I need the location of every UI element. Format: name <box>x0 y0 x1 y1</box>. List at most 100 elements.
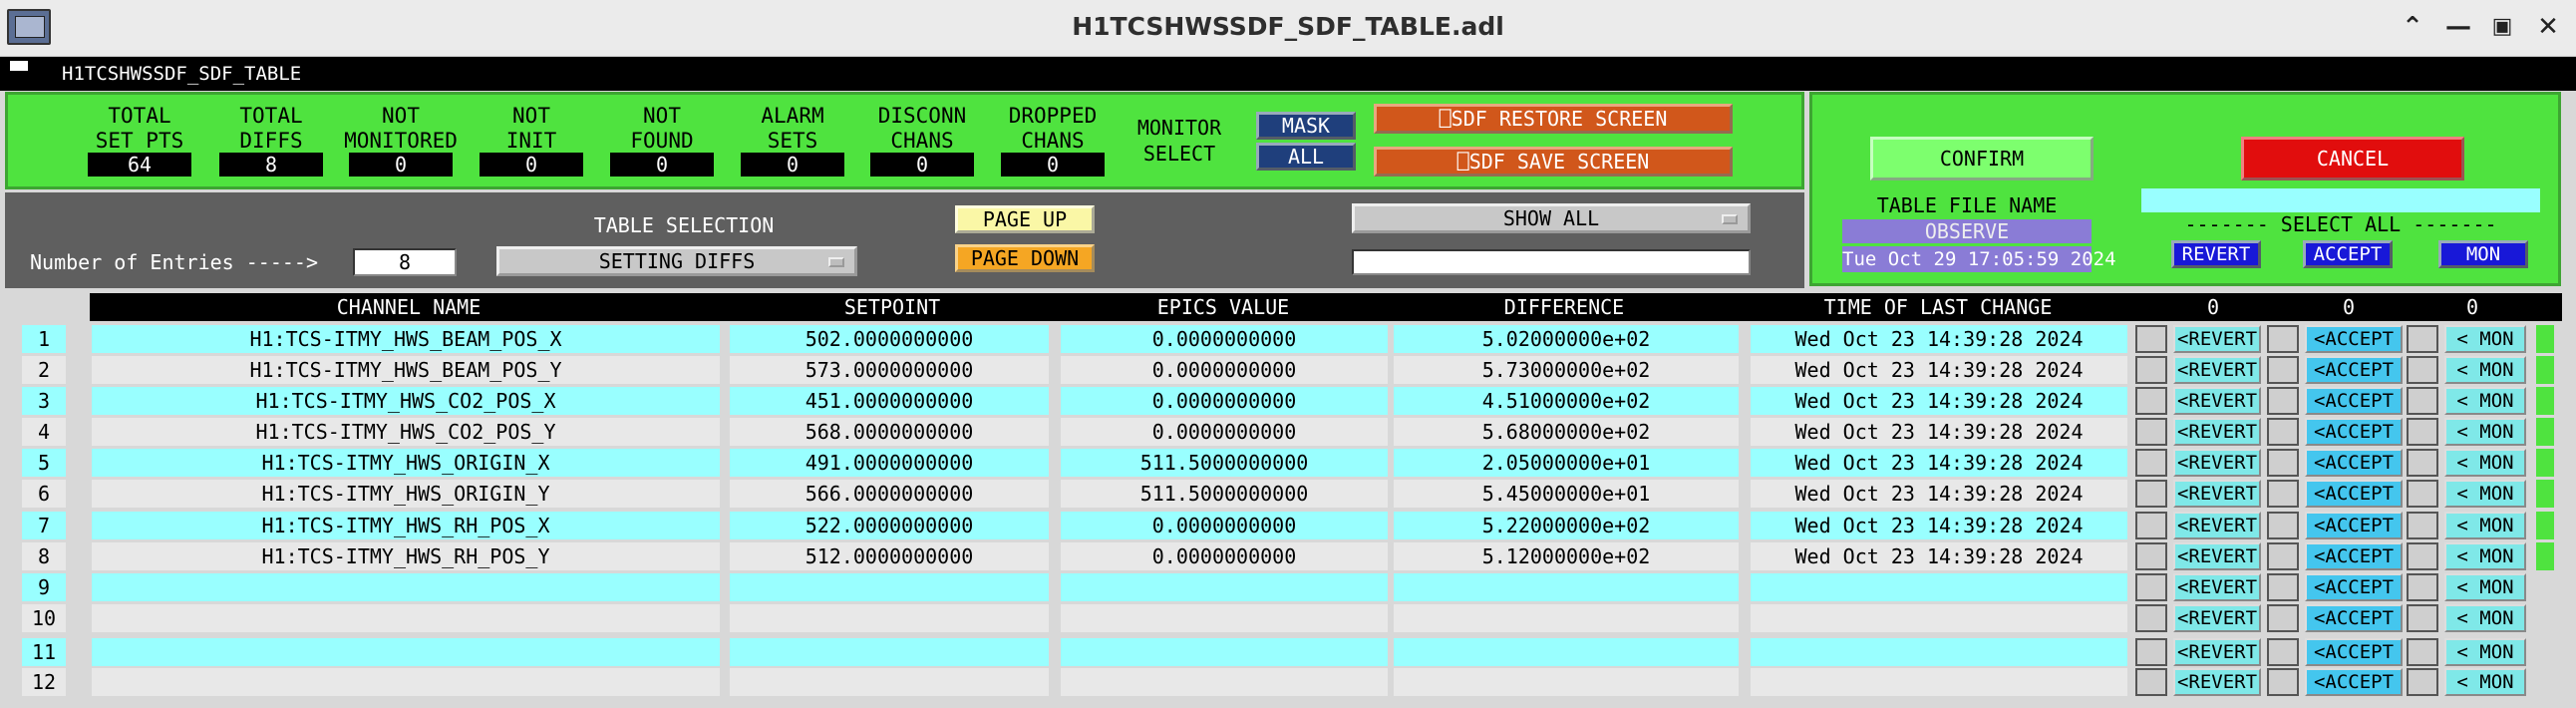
row-accept-button[interactable]: <ACCEPT <box>2305 356 2403 384</box>
accept-checkbox[interactable] <box>2267 638 2299 666</box>
cell-setpoint: 502.0000000000 <box>730 325 1049 353</box>
restore-icon[interactable]: ▣ <box>2484 14 2520 39</box>
filter-input[interactable] <box>1352 249 1751 275</box>
row-mon-button[interactable]: < MON <box>2444 512 2526 539</box>
revert-checkbox[interactable] <box>2135 480 2167 508</box>
revert-checkbox[interactable] <box>2135 573 2167 601</box>
mon-checkbox[interactable] <box>2407 542 2438 570</box>
revert-checkbox[interactable] <box>2135 356 2167 384</box>
sdf-restore-screen-button[interactable]: ⎕SDF RESTORE SCREEN <box>1374 104 1733 134</box>
accept-checkbox[interactable] <box>2267 668 2299 696</box>
all-button[interactable]: ALL <box>1256 143 1356 171</box>
minimize-icon[interactable]: — <box>2440 12 2476 42</box>
sdf-save-screen-button[interactable]: ⎕SDF SAVE SCREEN <box>1374 147 1733 177</box>
mon-checkbox[interactable] <box>2407 604 2438 632</box>
mon-checkbox[interactable] <box>2407 418 2438 446</box>
mask-button[interactable]: MASK <box>1256 112 1356 140</box>
show-all-menu[interactable]: SHOW ALL <box>1352 203 1751 233</box>
revert-checkbox[interactable] <box>2135 542 2167 570</box>
row-revert-button[interactable]: <REVERT <box>2173 573 2261 601</box>
select-all-mon-button[interactable]: MON <box>2438 240 2528 268</box>
row-mon-button[interactable]: < MON <box>2444 480 2526 508</box>
row-accept-button[interactable]: <ACCEPT <box>2305 573 2403 601</box>
mon-checkbox[interactable] <box>2407 387 2438 415</box>
accept-checkbox[interactable] <box>2267 418 2299 446</box>
revert-checkbox[interactable] <box>2135 418 2167 446</box>
row-accept-button[interactable]: <ACCEPT <box>2305 325 2403 353</box>
row-mon-button[interactable]: < MON <box>2444 573 2526 601</box>
accept-checkbox[interactable] <box>2267 573 2299 601</box>
row-revert-button[interactable]: <REVERT <box>2173 418 2261 446</box>
accept-checkbox[interactable] <box>2267 325 2299 353</box>
row-mon-button[interactable]: < MON <box>2444 325 2526 353</box>
row-revert-button[interactable]: <REVERT <box>2173 387 2261 415</box>
row-revert-button[interactable]: <REVERT <box>2173 638 2261 666</box>
revert-checkbox[interactable] <box>2135 604 2167 632</box>
row-mon-button[interactable]: < MON <box>2444 449 2526 477</box>
row-number: 1 <box>22 325 66 353</box>
mon-checkbox[interactable] <box>2407 512 2438 539</box>
cell-time: Wed Oct 23 14:39:28 2024 <box>1751 512 2127 539</box>
page-down-button[interactable]: PAGE DOWN <box>955 244 1095 272</box>
accept-checkbox[interactable] <box>2267 356 2299 384</box>
row-accept-button[interactable]: <ACCEPT <box>2305 480 2403 508</box>
table-selection-menu[interactable]: SETTING DIFFS <box>496 246 857 276</box>
revert-checkbox[interactable] <box>2135 387 2167 415</box>
select-all-revert-button[interactable]: REVERT <box>2171 240 2261 268</box>
row-revert-button[interactable]: <REVERT <box>2173 480 2261 508</box>
row-mon-button[interactable]: < MON <box>2444 356 2526 384</box>
stat-label-top: NOT <box>382 104 420 128</box>
monitor-label: MONITOR <box>1136 116 1222 140</box>
row-revert-button[interactable]: <REVERT <box>2173 449 2261 477</box>
row-mon-button[interactable]: < MON <box>2444 387 2526 415</box>
mon-checkbox[interactable] <box>2407 449 2438 477</box>
accept-checkbox[interactable] <box>2267 512 2299 539</box>
revert-checkbox[interactable] <box>2135 638 2167 666</box>
stat-value: 0 <box>1001 153 1105 177</box>
row-accept-button[interactable]: <ACCEPT <box>2305 418 2403 446</box>
mon-checkbox[interactable] <box>2407 638 2438 666</box>
confirm-button[interactable]: CONFIRM <box>1870 137 2093 180</box>
accept-checkbox[interactable] <box>2267 449 2299 477</box>
row-accept-button[interactable]: <ACCEPT <box>2305 542 2403 570</box>
close-icon[interactable]: ✕ <box>2530 12 2566 42</box>
row-mon-button[interactable]: < MON <box>2444 418 2526 446</box>
row-revert-button[interactable]: <REVERT <box>2173 325 2261 353</box>
maximize-chevron-icon[interactable]: ⌃ <box>2395 12 2430 42</box>
row-revert-button[interactable]: <REVERT <box>2173 604 2261 632</box>
accept-checkbox[interactable] <box>2267 387 2299 415</box>
mon-checkbox[interactable] <box>2407 573 2438 601</box>
row-number: 9 <box>22 573 66 601</box>
cancel-button[interactable]: CANCEL <box>2241 137 2464 180</box>
mon-checkbox[interactable] <box>2407 356 2438 384</box>
revert-checkbox[interactable] <box>2135 449 2167 477</box>
row-accept-button[interactable]: <ACCEPT <box>2305 604 2403 632</box>
mon-checkbox[interactable] <box>2407 325 2438 353</box>
row-mon-button[interactable]: < MON <box>2444 638 2526 666</box>
page-up-button[interactable]: PAGE UP <box>955 205 1095 233</box>
row-accept-button[interactable]: <ACCEPT <box>2305 512 2403 539</box>
row-revert-button[interactable]: <REVERT <box>2173 542 2261 570</box>
row-accept-button[interactable]: <ACCEPT <box>2305 387 2403 415</box>
row-mon-button[interactable]: < MON <box>2444 604 2526 632</box>
cell-time <box>1751 668 2127 696</box>
row-revert-button[interactable]: <REVERT <box>2173 356 2261 384</box>
revert-checkbox[interactable] <box>2135 325 2167 353</box>
accept-checkbox[interactable] <box>2267 604 2299 632</box>
revert-checkbox[interactable] <box>2135 668 2167 696</box>
mon-checkbox[interactable] <box>2407 480 2438 508</box>
revert-count: 0 <box>2206 295 2220 319</box>
row-accept-button[interactable]: <ACCEPT <box>2305 638 2403 666</box>
accept-checkbox[interactable] <box>2267 480 2299 508</box>
mon-checkbox[interactable] <box>2407 668 2438 696</box>
row-mon-button[interactable]: < MON <box>2444 542 2526 570</box>
row-revert-button[interactable]: <REVERT <box>2173 668 2261 696</box>
row-accept-button[interactable]: <ACCEPT <box>2305 668 2403 696</box>
row-accept-button[interactable]: <ACCEPT <box>2305 449 2403 477</box>
entries-count-field[interactable]: 8 <box>353 248 457 276</box>
row-mon-button[interactable]: < MON <box>2444 668 2526 696</box>
select-all-accept-button[interactable]: ACCEPT <box>2303 240 2393 268</box>
accept-checkbox[interactable] <box>2267 542 2299 570</box>
revert-checkbox[interactable] <box>2135 512 2167 539</box>
row-revert-button[interactable]: <REVERT <box>2173 512 2261 539</box>
